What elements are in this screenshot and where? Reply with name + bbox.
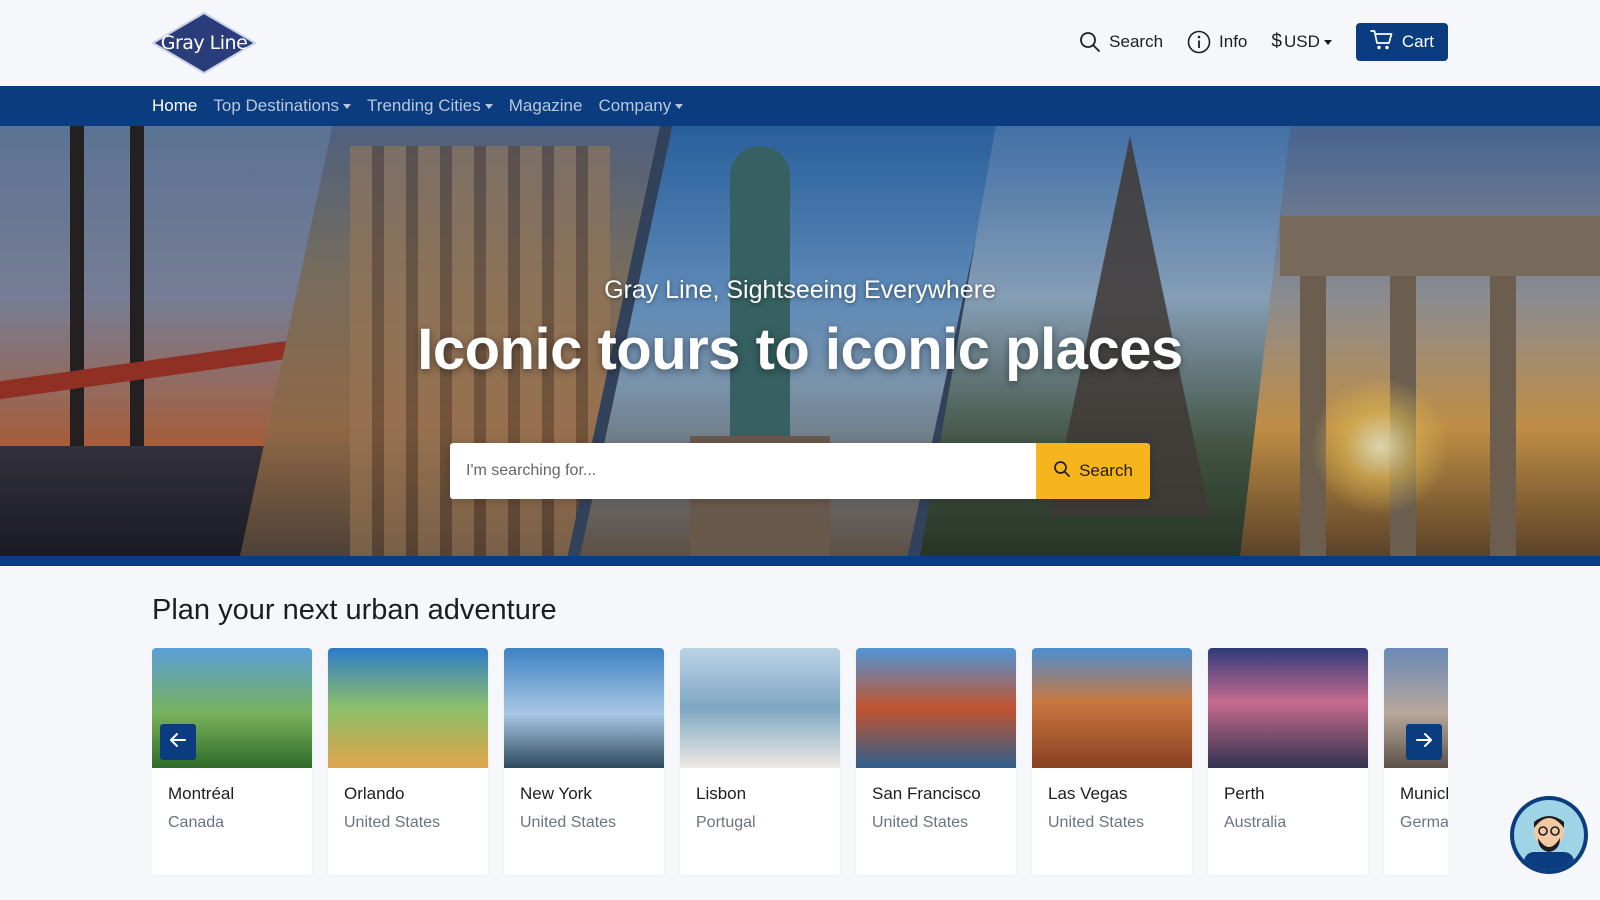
nav-item-company[interactable]: Company (598, 96, 684, 116)
destination-card-perth[interactable]: Perth Australia (1208, 648, 1368, 875)
hero-search-button[interactable]: Search (1036, 443, 1150, 499)
destination-country: Australia (1224, 814, 1287, 831)
destination-image (1208, 648, 1368, 768)
destination-city: Orlando (344, 784, 405, 803)
destination-country: United States (872, 814, 969, 831)
header-info-link[interactable]: Info (1187, 30, 1247, 54)
destination-card-munich[interactable]: Munich Germany (1384, 648, 1448, 875)
destination-country: United States (1048, 814, 1145, 831)
top-actions: Search Info $ USD Cart (1079, 23, 1448, 61)
hero-title: Iconic tours to iconic places (417, 317, 1183, 382)
destination-city: Las Vegas (1048, 784, 1128, 803)
destination-image (328, 648, 488, 768)
destination-country: Germany (1400, 814, 1448, 831)
chevron-down-icon (675, 103, 684, 109)
dollar-icon: $ (1271, 31, 1282, 52)
destination-city: Perth (1224, 784, 1265, 803)
search-icon (1079, 31, 1101, 53)
nav-item-label: Magazine (508, 96, 583, 115)
nav-item-label: Trending Cities (367, 96, 481, 115)
destination-country: Portugal (696, 814, 756, 831)
destination-image (504, 648, 664, 768)
destination-image (856, 648, 1016, 768)
chevron-down-icon (343, 103, 352, 109)
info-icon (1187, 30, 1211, 54)
destination-cards: Montréal Canada Orlando United States New Yo… (152, 648, 1448, 875)
cart-label: Cart (1401, 32, 1434, 51)
main-nav: Home Top Destinations Trending Cities Magaz… (0, 86, 1600, 126)
arrow-right-icon (1414, 730, 1434, 755)
carousel-next-button[interactable] (1406, 724, 1442, 760)
hero-bottom-bar (0, 556, 1600, 566)
hero-banner: Gray Line, Sightseeing Everywhere Iconic… (0, 126, 1600, 556)
destination-image (680, 648, 840, 768)
destination-card-san-francisco[interactable]: San Francisco United States (856, 648, 1016, 875)
cart-button[interactable]: Cart (1355, 23, 1448, 61)
destination-city: Montréal (168, 784, 235, 803)
destination-city: San Francisco (872, 784, 981, 803)
destination-country: United States (344, 814, 441, 831)
chevron-down-icon (1323, 39, 1332, 45)
cart-icon (1370, 29, 1394, 56)
destination-card-montr-al[interactable]: Montréal Canada (152, 648, 312, 875)
hero-search-input[interactable] (450, 443, 1036, 499)
nav-item-magazine[interactable]: Magazine (509, 96, 583, 116)
destination-city: New York (520, 784, 592, 803)
nav-item-label: Home (152, 96, 198, 115)
destinations-carousel: Montréal Canada Orlando United States New Yo… (152, 648, 1448, 876)
currency-selector[interactable]: $ USD (1271, 31, 1332, 53)
header-search-link[interactable]: Search (1079, 31, 1163, 53)
nav-item-top-destinations[interactable]: Top Destinations (213, 96, 352, 116)
nav-item-trending-cities[interactable]: Trending Cities (367, 96, 493, 116)
chat-avatar-icon (1514, 800, 1584, 870)
header-info-label: Info (1219, 32, 1248, 51)
destination-card-new-york[interactable]: New York United States (504, 648, 664, 875)
destination-country: Canada (168, 814, 225, 831)
header-search-label: Search (1109, 32, 1164, 51)
destination-image (1032, 648, 1192, 768)
hero-search-box: Search (450, 443, 1150, 499)
arrow-left-icon (168, 730, 188, 755)
chat-avatar-button[interactable] (1510, 796, 1588, 874)
destination-city: Munich (1400, 784, 1448, 803)
search-icon (1053, 460, 1071, 483)
nav-item-label: Top Destinations (213, 96, 340, 115)
nav-item-label: Company (598, 96, 672, 115)
nav-item-home[interactable]: Home (152, 96, 197, 116)
chevron-down-icon (484, 103, 493, 109)
section-title: Plan your next urban adventure (152, 594, 557, 626)
gray-line-logo[interactable]: Gray Line (152, 12, 256, 74)
destination-card-lisbon[interactable]: Lisbon Portugal (680, 648, 840, 875)
logo-text: Gray Line (160, 32, 248, 54)
destination-card-orlando[interactable]: Orlando United States (328, 648, 488, 875)
carousel-prev-button[interactable] (160, 724, 196, 760)
destination-country: United States (520, 814, 617, 831)
currency-label: USD (1283, 32, 1320, 51)
hero-subtitle: Gray Line, Sightseeing Everywhere (604, 276, 996, 304)
hero-search-button-label: Search (1079, 461, 1133, 480)
nav-items: Home Top Destinations Trending Cities Magaz… (152, 86, 684, 126)
destination-city: Lisbon (696, 784, 747, 803)
destination-card-las-vegas[interactable]: Las Vegas United States (1032, 648, 1192, 875)
top-header: Gray Line Search Info $ USD Cart (0, 0, 1600, 86)
